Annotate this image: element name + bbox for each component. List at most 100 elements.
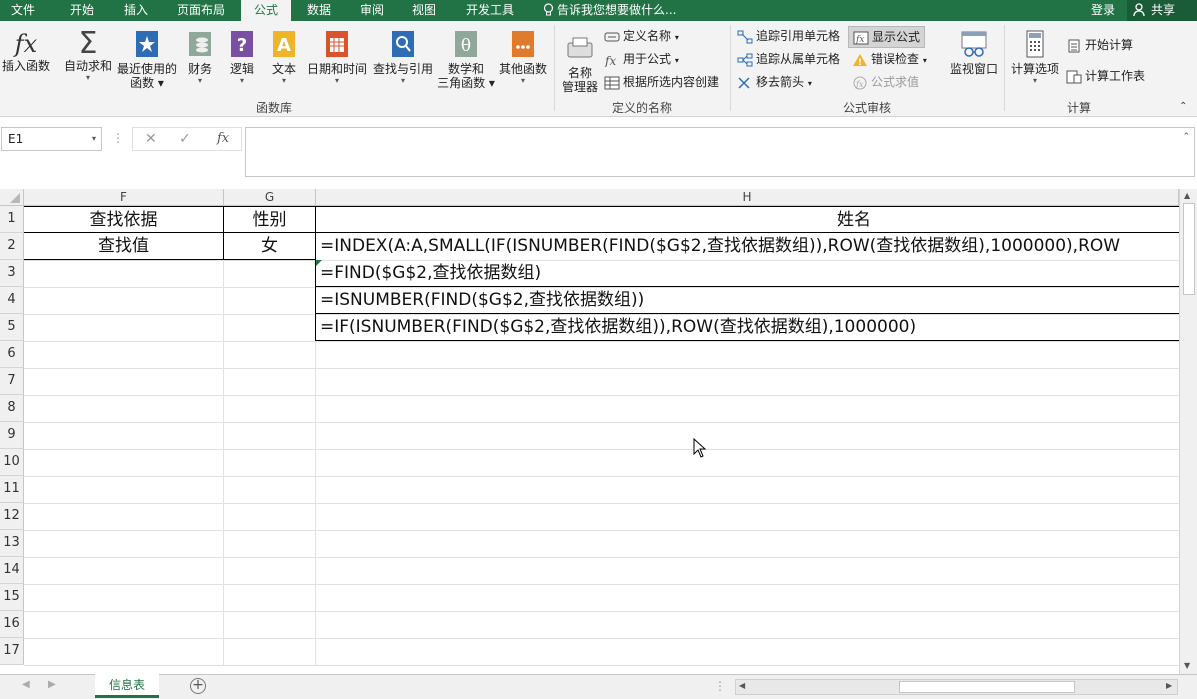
- tab-home[interactable]: 开始: [59, 0, 105, 21]
- cell-h5[interactable]: =IF(ISNUMBER(FIND($G$2,查找依据数组)),ROW(查找依据…: [316, 314, 1179, 340]
- more-functions-button[interactable]: 其他函数 ▾: [496, 29, 550, 85]
- corner-triangle-icon: [10, 193, 20, 203]
- tab-data[interactable]: 数据: [296, 0, 342, 21]
- cell-f1[interactable]: 查找依据: [24, 207, 223, 232]
- cancel-icon[interactable]: ✕: [145, 131, 157, 147]
- cell-h3[interactable]: =FIND($G$2,查找依据数组): [316, 260, 1179, 286]
- autosum-button[interactable]: Σ 自动求和 ▾: [62, 29, 114, 83]
- horizontal-scroll-thumb[interactable]: [899, 681, 1075, 693]
- row-header[interactable]: 12: [0, 503, 24, 530]
- calculate-now-button[interactable]: 开始计算: [1066, 35, 1133, 55]
- create-from-selection-button[interactable]: 根据所选内容创建: [604, 72, 719, 92]
- row-header[interactable]: 16: [0, 611, 24, 638]
- row-header[interactable]: 8: [0, 395, 24, 422]
- row-header[interactable]: 9: [0, 422, 24, 449]
- select-all-corner[interactable]: [0, 189, 24, 206]
- row-header[interactable]: 2: [0, 233, 24, 260]
- warning-icon: !: [853, 53, 867, 67]
- define-name-button[interactable]: 定义名称 ▾: [604, 26, 679, 46]
- login-link[interactable]: 登录: [1091, 0, 1115, 20]
- collapse-ribbon-icon[interactable]: ⌃: [1179, 101, 1187, 112]
- tell-me-box[interactable]: 告诉我您想要做什么...: [543, 0, 676, 21]
- row-header[interactable]: 1: [0, 206, 24, 233]
- logical-button[interactable]: ? 逻辑 ▾: [225, 29, 259, 85]
- tab-page-layout[interactable]: 页面布局: [167, 0, 235, 21]
- cell-h4[interactable]: =ISNUMBER(FIND($G$2,查找依据数组)): [316, 287, 1179, 313]
- sheet-tab-active[interactable]: 信息表: [95, 674, 159, 698]
- calc-options-button[interactable]: 计算选项 ▾: [1008, 29, 1062, 85]
- chevron-down-icon[interactable]: ▾: [92, 128, 96, 150]
- chevron-up-icon[interactable]: ⌃: [1182, 132, 1190, 142]
- vertical-scrollbar[interactable]: ▲ ▼: [1179, 189, 1197, 674]
- name-box[interactable]: E1 ▾: [1, 127, 102, 151]
- error-checking-button[interactable]: ! 错误检查 ▾: [852, 49, 927, 69]
- horizontal-scrollbar[interactable]: ◀ ▶: [735, 679, 1178, 695]
- formula-buttons: ✕ ✓ fx: [132, 127, 242, 151]
- insert-function-icon[interactable]: fx: [217, 131, 229, 146]
- watch-window-button[interactable]: 监视窗口: [945, 29, 1003, 76]
- cell-h2[interactable]: =INDEX(A:A,SMALL(IF(ISNUMBER(FIND($G$2,查…: [316, 233, 1179, 259]
- scroll-right-icon[interactable]: ▶: [1166, 681, 1172, 690]
- svg-text:A: A: [277, 35, 291, 56]
- row-header[interactable]: 7: [0, 368, 24, 395]
- row-header[interactable]: 17: [0, 638, 24, 665]
- date-time-button[interactable]: 日期和时间 ▾: [305, 29, 369, 85]
- column-header-g[interactable]: G: [224, 189, 316, 206]
- trace-dependents-button[interactable]: 追踪从属单元格: [737, 49, 840, 69]
- financial-button[interactable]: 财务 ▾: [183, 29, 217, 85]
- tab-insert[interactable]: 插入: [113, 0, 159, 21]
- show-formulas-button[interactable]: fx 显示公式: [848, 26, 926, 48]
- row-header[interactable]: 10: [0, 449, 24, 476]
- recent-functions-button[interactable]: 最近使用的 函数 ▾: [115, 29, 179, 90]
- tab-developer[interactable]: 开发工具: [456, 0, 524, 21]
- row-header[interactable]: 6: [0, 341, 24, 368]
- tab-formulas[interactable]: 公式: [241, 0, 291, 21]
- use-in-formula-button[interactable]: fx 用于公式 ▾: [604, 49, 679, 69]
- vertical-scroll-thumb[interactable]: [1183, 203, 1195, 295]
- enter-check-icon[interactable]: ✓: [179, 131, 191, 147]
- group-label-library: 函数库: [256, 101, 293, 115]
- name-manager-button[interactable]: 名称 管理器: [558, 33, 602, 94]
- tab-view[interactable]: 视图: [401, 0, 447, 21]
- tell-me-text: 告诉我您想要做什么...: [557, 3, 677, 17]
- insert-function-button[interactable]: fx 插入函数: [0, 29, 52, 73]
- calculate-sheet-button[interactable]: 计算工作表: [1066, 66, 1145, 86]
- row-header[interactable]: 13: [0, 530, 24, 557]
- sheet-prev-icon[interactable]: ◀: [22, 679, 30, 690]
- cell-g1[interactable]: 性别: [224, 207, 315, 232]
- fx-small-icon: fx: [604, 54, 616, 67]
- calculator-icon: [1026, 30, 1044, 58]
- scroll-left-icon[interactable]: ◀: [739, 681, 745, 690]
- text-button[interactable]: A 文本 ▾: [267, 29, 301, 85]
- column-header-f[interactable]: F: [24, 189, 224, 206]
- trace-precedents-button[interactable]: 追踪引用单元格: [737, 26, 840, 46]
- row-header[interactable]: 3: [0, 260, 24, 287]
- math-trig-button[interactable]: θ 数学和 三角函数 ▾: [434, 29, 498, 90]
- tab-review[interactable]: 审阅: [349, 0, 395, 21]
- cell-f2[interactable]: 查找值: [24, 233, 223, 259]
- split-handle-icon[interactable]: ⋮: [714, 679, 726, 693]
- column-header-h[interactable]: H: [316, 189, 1179, 206]
- row-header[interactable]: 4: [0, 287, 24, 314]
- scroll-up-icon[interactable]: ▲: [1184, 191, 1190, 200]
- chevron-down-icon: ▾: [1032, 76, 1037, 85]
- mouse-cursor-icon: [693, 438, 707, 458]
- fx-icon: fx: [14, 30, 38, 58]
- row-header[interactable]: 5: [0, 314, 24, 341]
- ellipsis-book-icon: [512, 31, 534, 57]
- row-header[interactable]: 11: [0, 476, 24, 503]
- remove-arrows-button[interactable]: 移去箭头 ▾: [737, 72, 812, 92]
- share-button[interactable]: 共享: [1127, 0, 1197, 21]
- row-header[interactable]: 14: [0, 557, 24, 584]
- chevron-down-icon: ▾: [281, 76, 286, 85]
- evaluate-formula-button[interactable]: fx 公式求值: [852, 72, 919, 92]
- scroll-down-icon[interactable]: ▼: [1184, 661, 1190, 670]
- row-header[interactable]: 15: [0, 584, 24, 611]
- lookup-reference-button[interactable]: 查找与引用 ▾: [371, 29, 435, 85]
- cell-g2[interactable]: 女: [224, 233, 315, 259]
- cell-h1[interactable]: 姓名: [316, 207, 1197, 232]
- formula-input[interactable]: ⌃: [245, 127, 1195, 177]
- sheet-next-icon[interactable]: ▶: [48, 679, 56, 690]
- tab-file[interactable]: 文件: [0, 0, 46, 21]
- add-sheet-icon[interactable]: +: [190, 678, 206, 694]
